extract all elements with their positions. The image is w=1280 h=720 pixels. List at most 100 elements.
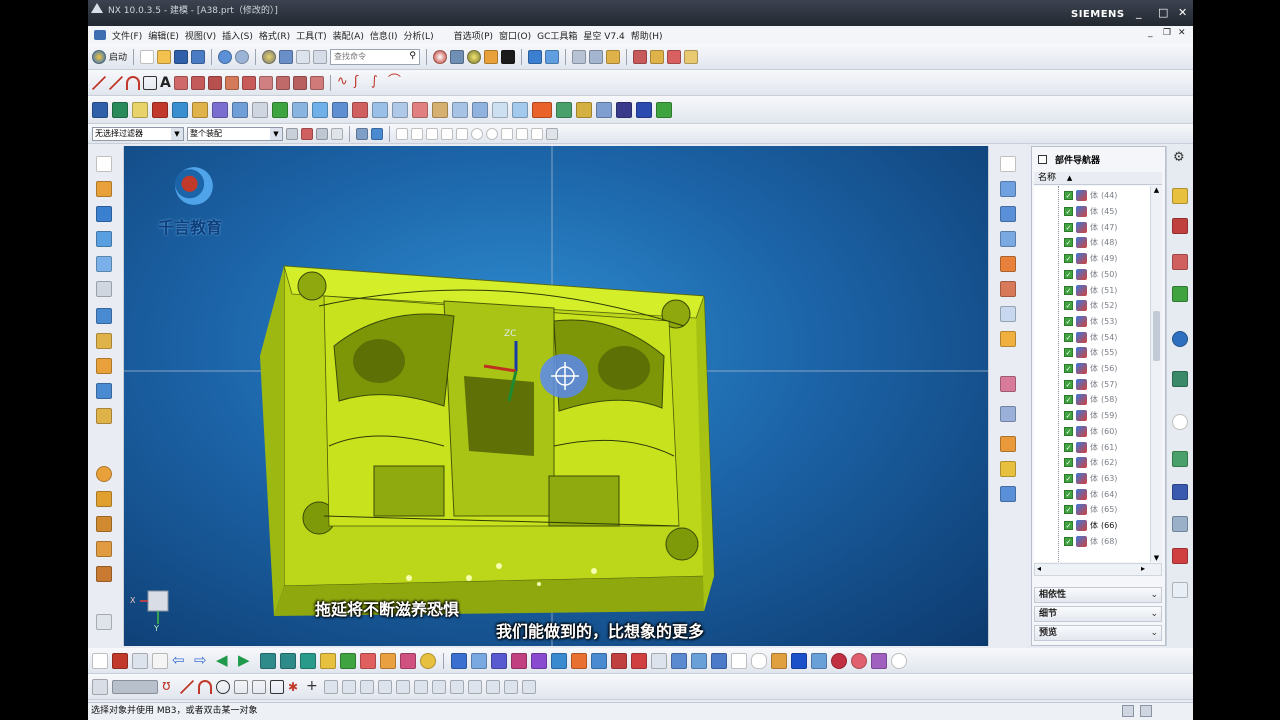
layers-icon[interactable]	[96, 256, 112, 272]
section-dependencies[interactable]: 相依性 ⌄	[1034, 587, 1162, 603]
selection-mode-icon[interactable]	[301, 127, 313, 140]
chamfer-icon[interactable]	[258, 75, 273, 90]
sort-up-icon[interactable]: ▲	[1067, 174, 1072, 182]
menu-item-info[interactable]: 信息(I)	[370, 29, 398, 42]
arrow-right-green-icon[interactable]: ▶	[238, 652, 256, 668]
visibility-checkbox[interactable]: ✓	[1064, 269, 1073, 279]
assembly-navigator-tab-icon[interactable]	[1172, 188, 1188, 204]
polygon-icon[interactable]: ✱	[288, 680, 302, 694]
orient-view-icon[interactable]	[433, 49, 448, 64]
command-search-input[interactable]	[331, 49, 402, 64]
tree-row[interactable]: ✓ 体 (52)	[1064, 298, 1117, 314]
view-box-icon[interactable]	[1000, 156, 1016, 172]
undo-icon[interactable]	[218, 49, 233, 64]
tree-row[interactable]: ✓ 体 (65)	[1064, 502, 1117, 518]
electrode-icon[interactable]	[412, 101, 428, 118]
ruled-icon[interactable]	[671, 652, 687, 669]
visibility-checkbox[interactable]: ✓	[1064, 521, 1073, 531]
sketch-plane-icon[interactable]	[811, 652, 827, 669]
tree-row[interactable]: ✓ 体 (49)	[1064, 251, 1117, 267]
status-view-icon[interactable]	[1122, 705, 1134, 717]
bom-icon[interactable]	[472, 101, 488, 118]
menu-item-analysis[interactable]: 分析(L)	[404, 29, 434, 42]
reuse-library-tab-icon[interactable]	[1172, 286, 1188, 302]
menu-item-xingkong[interactable]: 星空 V7.4	[583, 29, 624, 42]
filter-reset-icon[interactable]	[286, 127, 298, 140]
visibility-checkbox[interactable]: ✓	[1064, 316, 1073, 326]
chamfer-sketch-icon[interactable]	[252, 679, 266, 694]
profile-icon[interactable]: ʊ	[162, 679, 176, 694]
grid-surface-icon[interactable]	[1000, 306, 1016, 322]
gold-icon[interactable]	[1000, 461, 1016, 477]
control-point-icon[interactable]	[441, 127, 453, 140]
rect-select-icon[interactable]	[331, 127, 343, 140]
plane-icon[interactable]	[1000, 181, 1016, 197]
diamond-icon[interactable]	[1000, 281, 1016, 297]
screw-icon[interactable]	[512, 101, 528, 118]
chevron-down-icon[interactable]: ▼	[171, 127, 183, 140]
edit-icon[interactable]	[279, 49, 294, 64]
slider-icon[interactable]	[292, 101, 308, 118]
visibility-checkbox[interactable]: ✓	[1064, 238, 1073, 248]
parting-icon[interactable]	[112, 101, 128, 118]
scrollbar-thumb[interactable]	[1153, 311, 1160, 361]
trim-icon[interactable]	[224, 75, 239, 90]
menu-item-gc-toolbox[interactable]: GC工具箱	[537, 29, 577, 42]
mold-wizard-icon[interactable]	[92, 101, 108, 118]
make-corner-icon[interactable]	[378, 679, 392, 694]
maximize-button[interactable]: □	[1158, 6, 1168, 19]
render-icon[interactable]	[262, 49, 277, 64]
doc-close-button[interactable]: ✕	[1178, 28, 1186, 38]
graphics-viewport[interactable]: 千言教育 ZC X Y 拖延将不断滋养恐惧 我们能做到的，比想象的更多	[124, 146, 988, 646]
snap-point-icon[interactable]	[396, 127, 408, 140]
quadrant-icon[interactable]	[486, 127, 498, 140]
close-button[interactable]: ✕	[1178, 6, 1187, 19]
section-preview[interactable]: 预览 ⌄	[1034, 625, 1162, 641]
visibility-checkbox[interactable]: ✓	[1064, 395, 1073, 405]
shield-icon[interactable]	[96, 206, 112, 222]
standard-part-icon[interactable]	[576, 101, 592, 118]
tree-row[interactable]: ✓ 体 (64)	[1064, 486, 1117, 502]
family-icon[interactable]	[596, 101, 612, 118]
tree-row[interactable]: ✓ 体 (50)	[1064, 267, 1117, 283]
hexagon-icon[interactable]	[751, 652, 767, 669]
auto-dimension-icon[interactable]	[504, 679, 518, 694]
wedge-icon[interactable]	[96, 541, 112, 557]
folder-icon[interactable]	[1000, 331, 1016, 347]
orange-box-icon[interactable]	[1000, 256, 1016, 272]
command-search-box[interactable]: ⚲	[330, 48, 421, 65]
visibility-checkbox[interactable]: ✓	[1064, 473, 1073, 483]
circle-red-icon[interactable]	[831, 652, 847, 669]
visibility-checkbox[interactable]: ✓	[1064, 191, 1073, 201]
swept-icon[interactable]	[711, 652, 727, 669]
sketch-arc-icon[interactable]	[198, 679, 212, 694]
cooling-icon[interactable]	[352, 101, 368, 118]
block-icon[interactable]	[96, 181, 112, 197]
point-on-face-icon[interactable]	[531, 127, 543, 140]
history-tab-icon[interactable]	[1172, 371, 1188, 387]
tree-row[interactable]: ✓ 体 (53)	[1064, 314, 1117, 330]
book-icon[interactable]	[132, 101, 148, 118]
check-icon[interactable]	[272, 101, 288, 118]
arrow-left-icon[interactable]: ⇦	[172, 652, 190, 668]
orange-cube-icon[interactable]	[1000, 436, 1016, 452]
pink-box-icon[interactable]	[1000, 376, 1016, 392]
point-icon[interactable]	[667, 49, 682, 64]
sketch-task-icon[interactable]	[92, 678, 108, 695]
cube-icon[interactable]	[172, 101, 188, 118]
export-icon[interactable]	[656, 101, 672, 118]
process-icon[interactable]	[556, 101, 572, 118]
shell-icon[interactable]	[275, 75, 290, 90]
tree-row[interactable]: ✓ 体 (59)	[1064, 408, 1117, 424]
analysis-icon[interactable]	[650, 49, 665, 64]
text-icon[interactable]: A	[160, 75, 171, 91]
relations-icon[interactable]	[522, 679, 536, 694]
cube-color-icon[interactable]	[340, 652, 356, 669]
navigator-pin-icon[interactable]	[1038, 154, 1047, 164]
replace-face-icon[interactable]	[471, 652, 487, 669]
sprue-icon[interactable]	[432, 101, 448, 118]
center-icon[interactable]	[471, 127, 483, 140]
drawing-icon[interactable]	[452, 101, 468, 118]
start-button[interactable]: 启动	[109, 50, 127, 63]
line-icon[interactable]	[92, 75, 106, 90]
